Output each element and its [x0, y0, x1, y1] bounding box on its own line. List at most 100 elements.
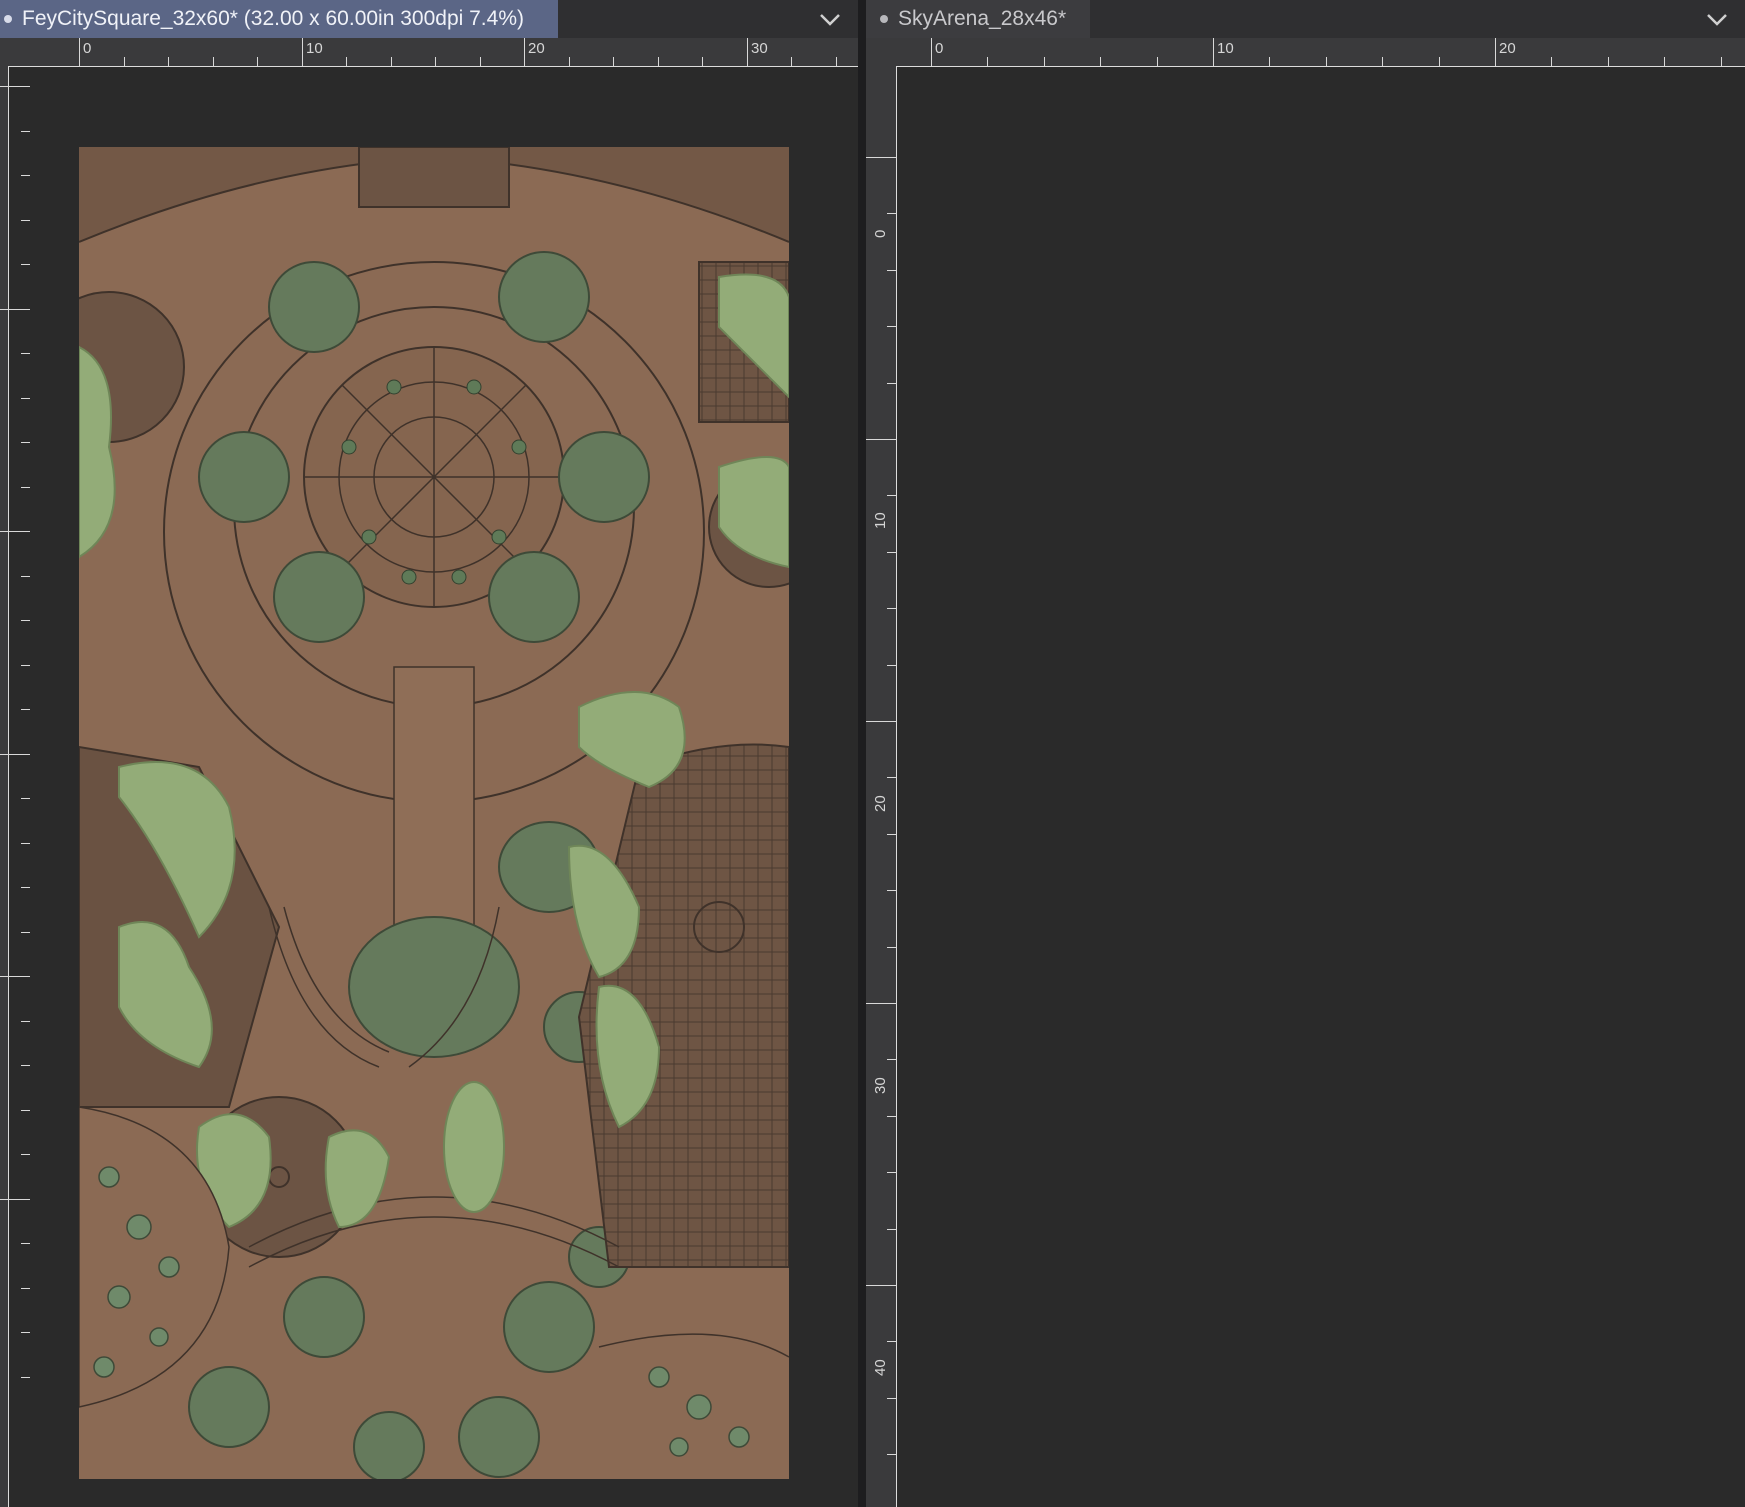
ruler-tick: [0, 1198, 30, 1200]
tab-skyarena[interactable]: SkyArena_28x46*: [866, 0, 1090, 38]
ruler-tick: [21, 842, 30, 844]
dot-icon: [4, 15, 12, 23]
ruler-label: 20: [872, 795, 889, 812]
ruler-tick: [212, 57, 214, 66]
ruler-tick: [1156, 57, 1158, 66]
ruler-tick: [21, 442, 30, 443]
ruler-label: 0: [935, 40, 944, 57]
ruler-tick: [435, 57, 436, 66]
ruler-tick: [21, 931, 30, 933]
ruler-tick: [568, 57, 570, 66]
ruler-tick: [866, 439, 896, 440]
ruler-label: 10: [1217, 40, 1234, 57]
ruler-tick: [21, 130, 30, 132]
ruler-tick: [21, 486, 30, 488]
ruler-tick: [887, 664, 896, 666]
ruler-tick: [887, 1397, 896, 1399]
tab-bar-right: SkyArena_28x46*: [866, 0, 1745, 39]
ruler-tick: [887, 495, 896, 497]
ruler-tick: [0, 976, 30, 977]
ruler-tick: [791, 57, 792, 66]
ruler-tick: [79, 38, 80, 66]
ruler-tick: [657, 57, 659, 66]
ruler-tick: [1551, 57, 1553, 66]
ruler-tick: [346, 57, 347, 66]
ruler-tick: [21, 1065, 30, 1066]
document-pane-right: SkyArena_28x46* 0 10 20 0 10 20 30 40: [866, 0, 1745, 1507]
chevron-down-icon[interactable]: [815, 4, 845, 34]
ruler-tick: [1269, 57, 1271, 66]
ruler-label: 10: [306, 40, 323, 57]
ruler-tick: [21, 575, 30, 577]
map-canvas-fey-city-square[interactable]: [79, 147, 789, 1479]
ruler-label: 0: [872, 229, 889, 238]
ruler-tick: [301, 38, 303, 66]
ruler-tick: [887, 1172, 896, 1174]
ruler-tick: [21, 264, 30, 265]
ruler-tick: [0, 86, 30, 87]
ruler-horizontal: 0 10 20 30: [0, 38, 858, 67]
ruler-tick: [21, 1376, 30, 1378]
ruler-tick: [257, 57, 258, 66]
ruler-tick: [21, 1154, 30, 1155]
dot-icon: [880, 15, 888, 23]
ruler-tick: [887, 1341, 896, 1343]
ruler-tick: [21, 798, 30, 799]
ruler-label: 20: [528, 40, 545, 57]
ruler-tick: [21, 353, 30, 354]
ruler-tick: [746, 38, 748, 66]
map-artwork: [79, 147, 789, 1479]
ruler-tick: [21, 175, 30, 176]
ruler-tick: [887, 1228, 896, 1230]
ruler-tick: [866, 1285, 896, 1286]
ruler-tick: [21, 1332, 30, 1333]
ruler-tick: [1664, 57, 1666, 66]
ruler-tick: [887, 1059, 896, 1061]
ruler-label: 10: [872, 512, 889, 529]
tab-feycitysquare[interactable]: FeyCitySquare_32x60* (32.00 x 60.00in 30…: [0, 0, 558, 38]
ruler-tick: [1720, 57, 1722, 66]
ruler-label: 30: [751, 40, 768, 57]
ruler-tick: [21, 709, 30, 710]
ruler-tick: [123, 57, 125, 66]
ruler-tick: [887, 890, 896, 892]
ruler-tick: [887, 382, 896, 384]
ruler-tick: [0, 753, 30, 755]
ruler-tick: [613, 57, 614, 66]
ruler-tick: [866, 157, 896, 158]
ruler-tick: [887, 833, 896, 835]
ruler-tick: [21, 1109, 30, 1111]
ruler-tick: [1438, 57, 1440, 66]
ruler-tick: [887, 551, 896, 553]
ruler-tick: [887, 1454, 896, 1456]
ruler-tick: [1213, 38, 1214, 66]
chevron-down-icon[interactable]: [1702, 4, 1732, 34]
ruler-tick: [1607, 57, 1609, 66]
ruler-tick: [21, 219, 30, 221]
ruler-tick: [887, 213, 896, 215]
ruler-tick: [21, 1287, 30, 1289]
ruler-tick: [21, 1243, 30, 1244]
ruler-tick: [0, 308, 30, 310]
tab-title: SkyArena_28x46*: [898, 7, 1067, 30]
tab-bar-left: FeyCitySquare_32x60* (32.00 x 60.00in 30…: [0, 0, 858, 39]
ruler-label: 30: [872, 1077, 889, 1094]
ruler-tick: [887, 269, 896, 271]
ruler-tick: [887, 777, 896, 779]
pane-divider[interactable]: [858, 0, 866, 1507]
ruler-tick: [168, 57, 169, 66]
ruler-tick: [887, 1115, 896, 1117]
ruler-tick: [866, 1003, 896, 1004]
ruler-tick: [887, 608, 896, 610]
ruler-tick: [21, 887, 30, 888]
ruler-tick: [390, 57, 392, 66]
ruler-tick: [1100, 57, 1102, 66]
ruler-tick: [524, 38, 525, 66]
ruler-tick: [21, 664, 30, 666]
ruler-tick: [1325, 57, 1327, 66]
ruler-tick: [1043, 57, 1045, 66]
ruler-tick: [702, 57, 703, 66]
ruler-tick: [835, 57, 837, 66]
ruler-tick: [21, 397, 30, 399]
ruler-tick: [887, 326, 896, 328]
